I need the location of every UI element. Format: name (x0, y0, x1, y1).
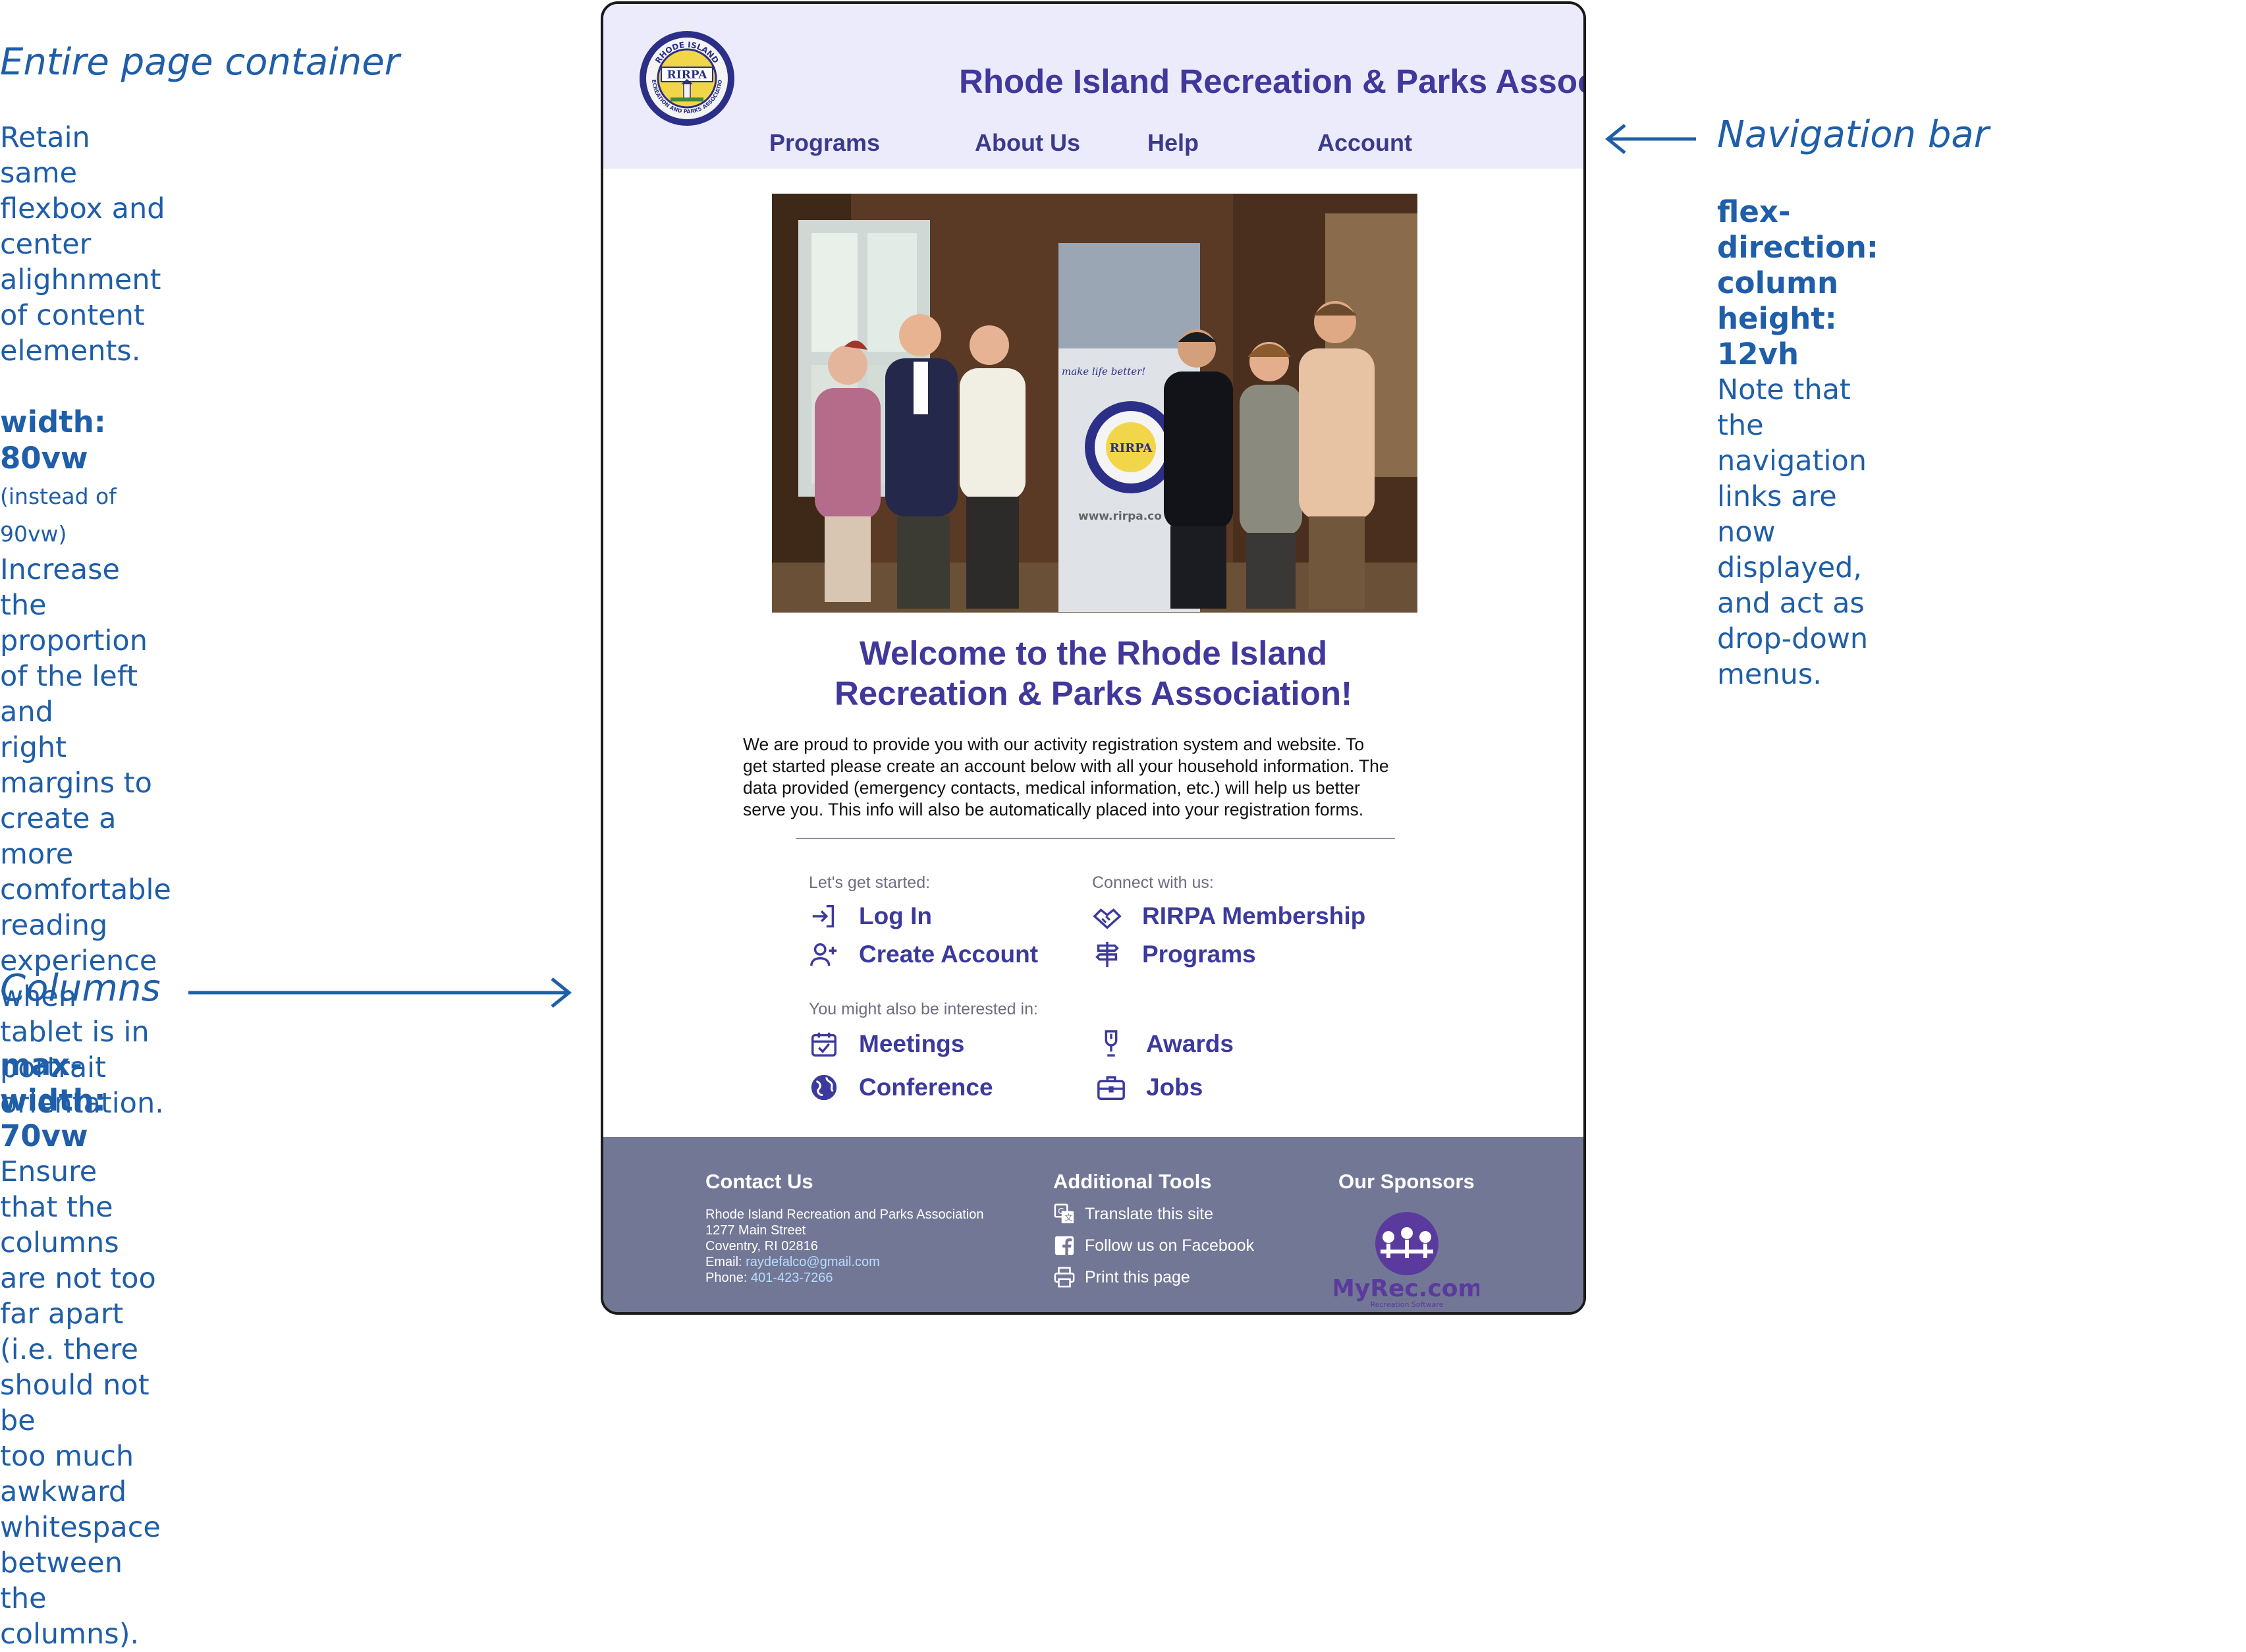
tablet-page-container: RHODE ISLAND RECREATION AND PARKS ASSOCI… (601, 1, 1586, 1315)
facebook-label: Follow us on Facebook (1085, 1236, 1255, 1255)
svg-text:RIRPA: RIRPA (1110, 441, 1153, 455)
phone-link[interactable]: 401-423-7266 (751, 1271, 833, 1285)
annotation-title: Columns (0, 967, 161, 1010)
interested-label: You might also be interested in: (809, 1000, 1038, 1018)
annotation-line: too much awkward whitespace (0, 1440, 161, 1544)
annotation-line: displayed, and act as drop-down (1717, 551, 1869, 655)
login-link[interactable]: Log In (809, 901, 932, 931)
translate-link[interactable]: G文 Translate this site (1053, 1203, 1213, 1225)
create-account-label: Create Account (859, 941, 1039, 968)
footer: Contact Us Rhode Island Recreation and P… (603, 1137, 1583, 1312)
contact-heading: Contact Us (705, 1170, 813, 1193)
intro-line: We are proud to provide you with our act… (743, 734, 1365, 754)
print-link[interactable]: Print this page (1053, 1266, 1190, 1288)
calendar-check-icon (811, 1032, 836, 1057)
intro-paragraph: We are proud to provide you with our act… (743, 734, 1454, 821)
connect-label: Connect with us: (1092, 873, 1214, 892)
annotation-rule: flex-direction: column (1717, 194, 1878, 300)
intro-line: get started please create an account bel… (743, 756, 1389, 776)
meetings-label: Meetings (859, 1030, 965, 1057)
welcome-line: Recreation & Parks Association! (834, 675, 1353, 712)
jobs-label: Jobs (1146, 1074, 1203, 1101)
svg-text:MyRec.com: MyRec.com (1334, 1275, 1479, 1302)
print-label: Print this page (1085, 1267, 1190, 1286)
svg-text:G: G (1058, 1207, 1064, 1217)
facebook-icon (1055, 1236, 1074, 1255)
annotation-title: Navigation bar (1717, 113, 1989, 156)
intro-line: data provided (emergency contacts, medic… (743, 778, 1360, 798)
annotation-line: menus. (1717, 658, 1822, 691)
nav-links: Programs About Us Help Account (603, 129, 1583, 162)
annotation-line: between the columns). (0, 1547, 140, 1651)
svg-text:Recreation Software: Recreation Software (1371, 1300, 1444, 1309)
annotation-line: Ensure that the columns are not too (0, 1155, 156, 1295)
programs-label: Programs (1142, 941, 1256, 968)
intro-line: serve you. This info will also be automa… (743, 800, 1364, 819)
printer-icon (1054, 1267, 1075, 1288)
annotation-line: right margins to create a more (0, 731, 152, 871)
login-icon (812, 904, 835, 928)
membership-label: RIRPA Membership (1142, 902, 1366, 929)
conference-label: Conference (859, 1074, 993, 1101)
left-arrow-icon (1605, 124, 1696, 154)
myrec-sponsor-logo[interactable]: MyRec.com Recreation Software (1334, 1211, 1479, 1309)
svg-text:www.rirpa.co: www.rirpa.co (1078, 510, 1162, 523)
annotation-line: Retain same flexbox and center (0, 121, 165, 261)
annotation-title: Entire page container (0, 41, 400, 84)
jobs-link[interactable]: Jobs (1096, 1072, 1203, 1103)
annotation-line: Increase the proportion of the left and (0, 553, 148, 729)
navigation-bar: RHODE ISLAND RECREATION AND PARKS ASSOCI… (603, 4, 1583, 169)
awards-link[interactable]: Awards (1096, 1029, 1234, 1059)
annotation-rule: max-width: 70vw (0, 1047, 106, 1153)
sponsors-heading: Our Sponsors (1338, 1170, 1475, 1193)
award-icon (1105, 1030, 1118, 1057)
nav-programs[interactable]: Programs (769, 129, 880, 157)
awards-label: Awards (1146, 1030, 1234, 1057)
nav-help[interactable]: Help (1147, 129, 1199, 157)
annotation-line: alighnment of content elements. (0, 263, 161, 368)
annotation-line: far apart (i.e. there should not be (0, 1298, 150, 1437)
login-label: Log In (859, 902, 932, 929)
create-account-link[interactable]: Create Account (809, 939, 1038, 970)
contact-phone: Phone: 401-423-7266 (705, 1271, 833, 1285)
contact-city: Coventry, RI 02816 (705, 1239, 818, 1253)
tools-heading: Additional Tools (1053, 1170, 1212, 1193)
svg-text:make life better!: make life better! (1062, 366, 1145, 377)
membership-link[interactable]: RIRPA Membership (1092, 901, 1365, 931)
nav-account[interactable]: Account (1317, 129, 1412, 157)
meetings-link[interactable]: Meetings (809, 1029, 964, 1059)
contact-org: Rhode Island Recreation and Parks Associ… (705, 1207, 984, 1222)
briefcase-icon (1097, 1076, 1125, 1100)
facebook-link[interactable]: Follow us on Facebook (1053, 1234, 1254, 1257)
annotation-rule: width: 80vw (instead of 90vw) (0, 404, 117, 547)
handshake-icon (1093, 908, 1122, 929)
translate-icon: G文 (1054, 1203, 1074, 1224)
welcome-heading: Welcome to the Rhode Island Recreation &… (603, 633, 1583, 713)
email-link[interactable]: raydefalco@gmail.com (746, 1255, 880, 1269)
annotation-rule: height: 12vh (1717, 301, 1837, 372)
right-arrow-icon (188, 977, 572, 1008)
annotation-line: Note that the navigation links are now (1717, 373, 1867, 549)
conference-link[interactable]: Conference (809, 1072, 993, 1103)
nav-about-us[interactable]: About Us (975, 129, 1080, 157)
add-user-icon (810, 943, 837, 966)
section-divider (796, 838, 1395, 839)
contact-details: Rhode Island Recreation and Parks Associ… (705, 1207, 983, 1286)
hero-photo: make life better! RIRPA www.rirpa.co (772, 194, 1417, 613)
signpost-icon (1095, 941, 1119, 968)
globe-icon (811, 1074, 837, 1101)
programs-link[interactable]: Programs (1092, 939, 1256, 970)
site-title[interactable]: Rhode Island Recreation & Parks Associat… (603, 62, 1583, 101)
welcome-line: Welcome to the Rhode Island (859, 634, 1328, 672)
translate-label: Translate this site (1085, 1204, 1213, 1223)
contact-email: Email: raydefalco@gmail.com (705, 1255, 880, 1269)
get-started-label: Let's get started: (809, 873, 931, 892)
svg-text:文: 文 (1064, 1213, 1073, 1223)
contact-street: 1277 Main Street (705, 1223, 806, 1238)
